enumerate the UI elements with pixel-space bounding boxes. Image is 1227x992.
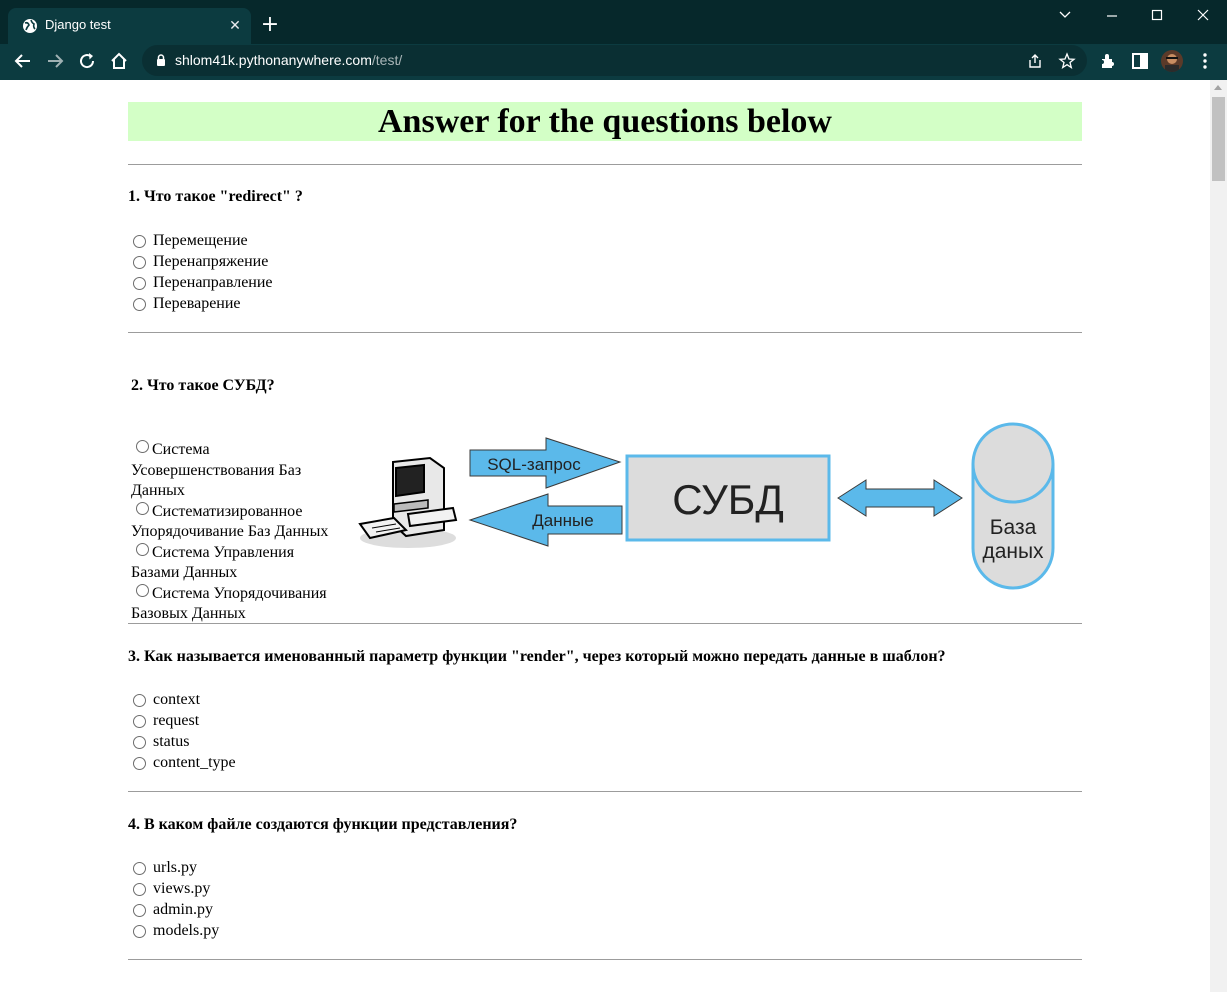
radio-button[interactable] bbox=[136, 542, 149, 556]
close-icon[interactable]: ✕ bbox=[227, 18, 243, 34]
question-title: 2. Что такое СУБД? bbox=[131, 377, 275, 394]
profile-icon bbox=[1165, 54, 1179, 72]
answer-option[interactable]: Система Упорядочивания Базовых Данных bbox=[131, 583, 346, 625]
quiz-form: Answer for the questions below 1. Что та… bbox=[128, 102, 1082, 960]
radio-button[interactable] bbox=[133, 925, 146, 938]
radio-button[interactable] bbox=[133, 736, 146, 749]
divider bbox=[128, 959, 1082, 960]
extensions-icon[interactable] bbox=[1097, 50, 1119, 72]
forward-icon[interactable] bbox=[44, 50, 66, 72]
answer-option[interactable]: Систематизированное Упорядочивание Баз Да… bbox=[131, 501, 346, 543]
close-icon bbox=[1197, 9, 1209, 21]
globe-icon bbox=[23, 19, 37, 33]
divider bbox=[128, 332, 1082, 333]
browser-chrome: Django test ✕ + shlom41k.pythonanywhere.… bbox=[0, 0, 1227, 80]
menu-icon[interactable] bbox=[1194, 50, 1216, 72]
radio-button[interactable] bbox=[133, 694, 146, 707]
tab-search-button[interactable] bbox=[1050, 4, 1080, 26]
maximize-button[interactable] bbox=[1142, 4, 1172, 26]
divider bbox=[128, 164, 1082, 165]
radio-button[interactable] bbox=[136, 501, 149, 515]
question-4: 4. В каком файле создаются функции предс… bbox=[128, 816, 1082, 939]
radio-button[interactable] bbox=[133, 904, 146, 917]
database-label-line1: База bbox=[990, 516, 1037, 539]
tab-strip: Django test ✕ + bbox=[0, 0, 1227, 44]
computer-icon bbox=[358, 456, 458, 548]
browser-tab[interactable]: Django test ✕ bbox=[8, 8, 251, 44]
close-window-button[interactable] bbox=[1188, 4, 1218, 26]
radio-button[interactable] bbox=[133, 862, 146, 875]
minimize-button[interactable] bbox=[1097, 4, 1127, 26]
radio-button[interactable] bbox=[133, 256, 146, 269]
back-icon[interactable] bbox=[12, 50, 34, 72]
radio-button[interactable] bbox=[136, 583, 149, 597]
chevron-down-icon bbox=[1059, 11, 1071, 18]
star-icon[interactable] bbox=[1058, 52, 1076, 70]
vertical-scrollbar[interactable] bbox=[1210, 80, 1227, 992]
url-text: shlom41k.pythonanywhere.com/test/ bbox=[175, 52, 403, 68]
question-title: 4. В каком файле создаются функции предс… bbox=[128, 816, 518, 833]
question-3: 3. Как называется именованный параметр ф… bbox=[128, 648, 1082, 771]
page-title: Answer for the questions below bbox=[128, 102, 1082, 141]
avatar[interactable] bbox=[1161, 50, 1183, 72]
address-bar[interactable]: shlom41k.pythonanywhere.com/test/ bbox=[142, 45, 1087, 76]
page-viewport: Answer for the questions below 1. Что та… bbox=[0, 80, 1210, 992]
scrollbar-thumb[interactable] bbox=[1212, 97, 1225, 181]
radio-button[interactable] bbox=[133, 757, 146, 770]
response-arrow-label: Данные bbox=[532, 511, 593, 530]
answer-option[interactable]: Система Усовершенствования Баз Данных bbox=[131, 440, 346, 502]
question-1: 1. Что такое "redirect" ? Перемещение Пе… bbox=[128, 188, 1082, 312]
dbms-label: СУБД bbox=[672, 476, 784, 523]
bidirectional-arrow bbox=[837, 479, 963, 517]
radio-button[interactable] bbox=[133, 235, 146, 248]
radio-button[interactable] bbox=[133, 277, 146, 290]
divider bbox=[128, 791, 1082, 792]
request-arrow-label: SQL-запрос bbox=[487, 455, 581, 474]
question-title: 1. Что такое "redirect" ? bbox=[128, 188, 303, 205]
answer-option[interactable]: Система Управления Базами Данных bbox=[131, 542, 346, 584]
reload-icon[interactable] bbox=[76, 50, 98, 72]
radio-button[interactable] bbox=[133, 298, 146, 311]
share-icon[interactable] bbox=[1026, 52, 1044, 70]
maximize-icon bbox=[1151, 9, 1163, 21]
scroll-up-icon[interactable] bbox=[1214, 85, 1222, 90]
radio-button[interactable] bbox=[133, 883, 146, 896]
tab-title: Django test bbox=[45, 17, 111, 32]
new-tab-button[interactable]: + bbox=[260, 14, 280, 36]
minimize-icon bbox=[1107, 15, 1117, 17]
database-label-line2: даных bbox=[982, 540, 1044, 563]
question-title: 3. Как называется именованный параметр ф… bbox=[128, 648, 946, 665]
home-icon[interactable] bbox=[108, 50, 130, 72]
dbms-diagram: SQL-запрос Данные СУБД База даных bbox=[358, 422, 1055, 590]
divider bbox=[128, 623, 1082, 624]
question-2-options: Система Усовершенствования Баз Данных Сист… bbox=[131, 440, 346, 625]
radio-button[interactable] bbox=[133, 715, 146, 728]
radio-button[interactable] bbox=[136, 440, 149, 453]
side-panel-icon[interactable] bbox=[1129, 50, 1151, 72]
lock-icon bbox=[157, 54, 165, 66]
database-cylinder bbox=[971, 422, 1055, 590]
